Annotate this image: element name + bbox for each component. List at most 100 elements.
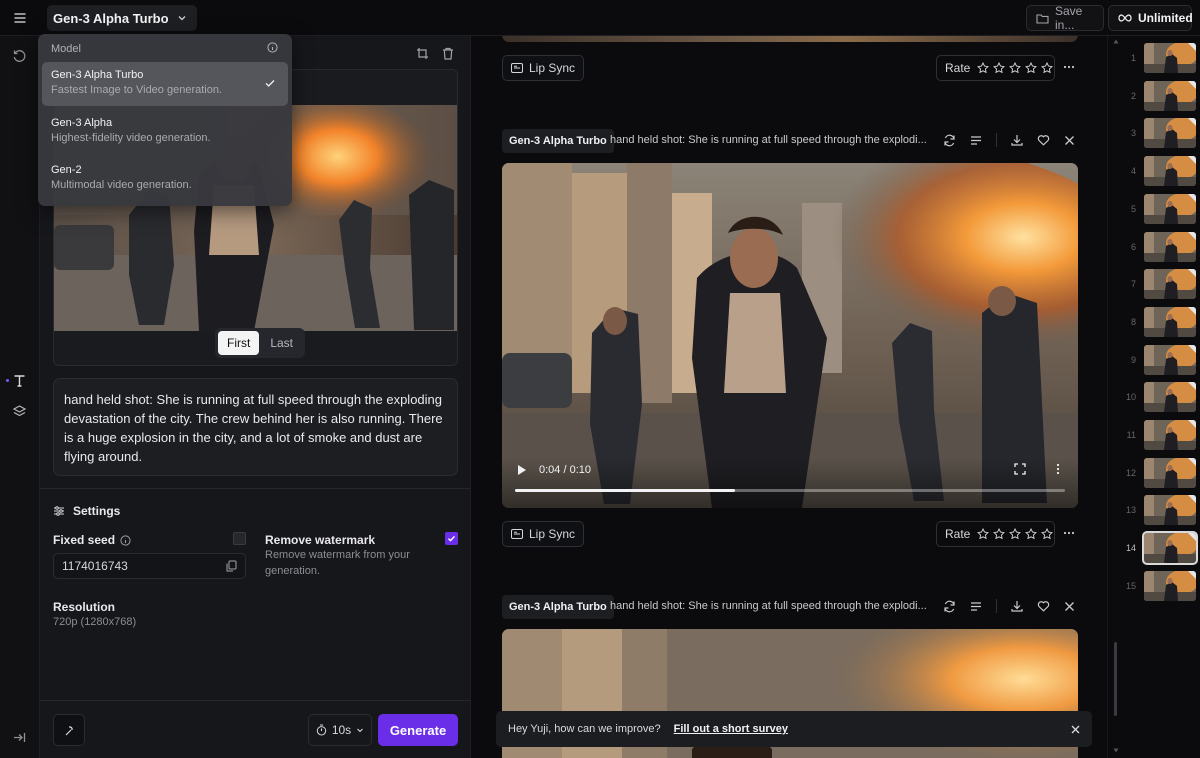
thumbnail-number: 12 bbox=[1125, 467, 1136, 478]
prompt-text: hand held shot: She is running at full s… bbox=[64, 392, 443, 464]
text-icon[interactable] bbox=[12, 373, 27, 388]
video-actions bbox=[943, 133, 1075, 147]
duration-select[interactable]: 10s bbox=[308, 714, 372, 746]
option-desc: Highest-fidelity video generation. bbox=[51, 132, 211, 144]
model-option-gen3-alpha[interactable]: Gen-3 Alpha Highest-fidelity video gener… bbox=[42, 110, 288, 154]
info-icon[interactable] bbox=[267, 42, 278, 53]
lip-sync-button[interactable]: Lip Sync bbox=[502, 55, 585, 81]
thumbnail-item[interactable] bbox=[1144, 457, 1196, 488]
star-icon[interactable] bbox=[977, 62, 990, 74]
star-icon[interactable] bbox=[1009, 528, 1022, 540]
thumbnail-item[interactable] bbox=[1144, 269, 1196, 300]
lip-sync-label: Lip Sync bbox=[529, 61, 576, 75]
scroll-up-icon[interactable] bbox=[1113, 39, 1119, 44]
thumbnail-item[interactable] bbox=[1144, 382, 1196, 413]
thumbnail-item[interactable] bbox=[1144, 156, 1196, 187]
survey-link[interactable]: Fill out a short survey bbox=[674, 723, 788, 735]
thumbnail-item[interactable] bbox=[1144, 43, 1196, 73]
scrollbar-thumb[interactable] bbox=[1114, 642, 1117, 716]
unlimited-label: Unlimited bbox=[1138, 11, 1193, 25]
fullscreen-icon[interactable] bbox=[1014, 463, 1026, 475]
video-actions bbox=[943, 599, 1075, 613]
previous-video-preview bbox=[502, 36, 1078, 42]
heart-icon[interactable] bbox=[1037, 134, 1050, 146]
star-icon[interactable] bbox=[993, 62, 1006, 74]
option-desc: Fastest Image to Video generation. bbox=[51, 84, 223, 96]
thumbnail-item[interactable] bbox=[1144, 495, 1196, 526]
video-player[interactable]: 0:04 / 0:10 bbox=[502, 163, 1078, 508]
close-icon[interactable] bbox=[1064, 601, 1075, 612]
more-vertical-icon[interactable] bbox=[1056, 463, 1060, 475]
duration-value: 10s bbox=[331, 723, 352, 737]
settings-header: Settings bbox=[53, 504, 120, 518]
tab-last-frame[interactable]: Last bbox=[261, 331, 302, 355]
thumbnail-item[interactable] bbox=[1144, 193, 1196, 224]
thumbnail-item[interactable] bbox=[1144, 420, 1196, 450]
menu-icon[interactable] bbox=[10, 8, 30, 28]
video-progress-track[interactable] bbox=[515, 489, 1065, 492]
lines-icon[interactable] bbox=[970, 135, 982, 146]
star-icon[interactable] bbox=[1025, 62, 1038, 74]
crop-icon[interactable] bbox=[416, 47, 429, 60]
more-icon[interactable] bbox=[1063, 61, 1075, 73]
seed-input[interactable]: 1174016743 bbox=[53, 553, 246, 579]
thumbnail-item[interactable] bbox=[1144, 118, 1196, 149]
thumbnail-number: 2 bbox=[1130, 90, 1136, 101]
star-rating[interactable] bbox=[977, 528, 1054, 540]
history-icon[interactable] bbox=[12, 49, 27, 64]
star-icon[interactable] bbox=[1041, 62, 1054, 74]
download-icon[interactable] bbox=[1011, 600, 1023, 612]
prompt-preview[interactable]: hand held shot: She is running at full s… bbox=[610, 600, 927, 612]
refresh-icon[interactable] bbox=[943, 600, 956, 613]
star-rating[interactable] bbox=[977, 62, 1054, 74]
top-bar: Gen-3 Alpha Turbo Save in... Unlimited bbox=[0, 0, 1200, 36]
star-icon[interactable] bbox=[993, 528, 1006, 540]
thumbnail-item[interactable] bbox=[1142, 531, 1198, 566]
prompt-textarea[interactable]: hand held shot: She is running at full s… bbox=[53, 378, 458, 476]
tab-first-frame[interactable]: First bbox=[218, 331, 260, 355]
fixed-seed-label: Fixed seed bbox=[53, 533, 116, 547]
remove-watermark-checkbox[interactable] bbox=[445, 532, 458, 545]
unlimited-button[interactable]: Unlimited bbox=[1108, 5, 1193, 31]
model-option-gen2[interactable]: Gen-2 Multimodal video generation. bbox=[42, 157, 288, 201]
thumbnail-number: 8 bbox=[1130, 316, 1136, 327]
lip-sync-button[interactable]: Lip Sync bbox=[502, 521, 585, 547]
fixed-seed-checkbox[interactable] bbox=[233, 532, 246, 545]
thumbnail-item[interactable] bbox=[1144, 306, 1196, 337]
prompt-tools-button[interactable] bbox=[53, 714, 85, 746]
close-icon[interactable] bbox=[1064, 135, 1075, 146]
play-icon[interactable] bbox=[517, 464, 527, 476]
save-in-button[interactable]: Save in... bbox=[1026, 4, 1104, 32]
info-icon[interactable] bbox=[120, 534, 131, 546]
close-icon[interactable] bbox=[1071, 725, 1080, 734]
prompt-preview[interactable]: hand held shot: She is running at full s… bbox=[610, 134, 927, 146]
model-tag: Gen-3 Alpha Turbo bbox=[502, 595, 614, 619]
star-icon[interactable] bbox=[977, 528, 990, 540]
download-icon[interactable] bbox=[1011, 134, 1023, 146]
save-in-label: Save in... bbox=[1055, 4, 1083, 32]
scroll-down-icon[interactable] bbox=[1113, 748, 1119, 753]
video-progress-fill bbox=[515, 489, 735, 492]
thumbnail-number: 3 bbox=[1130, 128, 1136, 139]
more-icon[interactable] bbox=[1063, 527, 1075, 539]
thumbnail-item[interactable] bbox=[1144, 80, 1196, 111]
refresh-icon[interactable] bbox=[943, 134, 956, 147]
lip-sync-icon bbox=[511, 63, 523, 73]
model-option-gen3-alpha-turbo[interactable]: Gen-3 Alpha Turbo Fastest Image to Video… bbox=[42, 62, 288, 106]
model-selector[interactable]: Gen-3 Alpha Turbo bbox=[47, 5, 197, 31]
thumbnail-item[interactable] bbox=[1144, 570, 1196, 601]
copy-icon[interactable] bbox=[226, 560, 237, 572]
star-icon[interactable] bbox=[1009, 62, 1022, 74]
trash-icon[interactable] bbox=[442, 47, 454, 60]
heart-icon[interactable] bbox=[1037, 600, 1050, 612]
frame-selector: First Last bbox=[215, 328, 306, 358]
generate-button[interactable]: Generate bbox=[378, 714, 458, 746]
expand-panel-icon[interactable] bbox=[12, 730, 27, 745]
lines-icon[interactable] bbox=[970, 601, 982, 612]
thumbnail-number: 14 bbox=[1125, 543, 1136, 554]
star-icon[interactable] bbox=[1025, 528, 1038, 540]
layers-icon[interactable] bbox=[12, 404, 27, 419]
thumbnail-item[interactable] bbox=[1144, 344, 1196, 375]
star-icon[interactable] bbox=[1041, 528, 1054, 540]
thumbnail-item[interactable] bbox=[1144, 231, 1196, 262]
